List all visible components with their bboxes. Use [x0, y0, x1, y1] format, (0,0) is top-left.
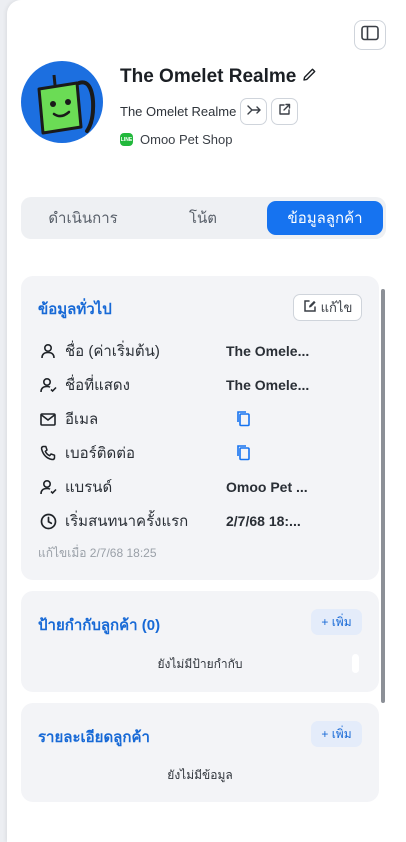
- edited-timestamp: แก้ไขเมื่อ 2/7/68 18:25: [38, 546, 157, 560]
- user-check-icon: [38, 375, 58, 395]
- tags-empty-text: ยังไม่มีป้ายกำกับ: [157, 657, 243, 671]
- clock-icon: [38, 511, 58, 531]
- field-email: อีเมล: [38, 409, 338, 429]
- field-label: เริ่มสนทนาครั้งแรก: [65, 513, 189, 530]
- field-display-name: ชื่อที่แสดง The Omele...: [38, 375, 338, 395]
- tags-scrollbar[interactable]: [352, 654, 359, 673]
- tab-notes[interactable]: โน้ต: [145, 201, 261, 235]
- shop-name: Omoo Pet Shop: [140, 132, 233, 147]
- field-first-chat: เริ่มสนทนาครั้งแรก 2/7/68 18:...: [38, 511, 338, 531]
- add-detail-button[interactable]: + เพิ่ม: [311, 721, 362, 747]
- merge-arrow-icon: [247, 103, 261, 121]
- details-empty-text: ยังไม่มีข้อมูล: [167, 768, 233, 782]
- tab-customer-info[interactable]: ข้อมูลลูกค้า: [267, 201, 383, 235]
- edit-square-icon: [303, 299, 317, 316]
- customer-tags-card: ป้ายกำกับลูกค้า (0) + เพิ่ม ยังไม่มีป้าย…: [21, 591, 379, 692]
- tab-actions[interactable]: ดำเนินการ: [25, 201, 141, 235]
- customer-name-title: The Omelet Realme: [120, 66, 297, 87]
- field-label: ชื่อ (ค่าเริ่มต้น): [65, 343, 160, 360]
- add-tag-button[interactable]: + เพิ่ม: [311, 609, 362, 635]
- avatar: [21, 61, 103, 143]
- tags-title: ป้ายกำกับลูกค้า (0): [38, 617, 161, 634]
- field-value: Omoo Pet ...: [226, 479, 308, 495]
- edit-name-pencil-icon[interactable]: [302, 67, 317, 87]
- line-icon: LINE: [120, 133, 133, 146]
- general-info-title: ข้อมูลทั่วไป: [38, 301, 112, 318]
- field-phone: เบอร์ติดต่อ: [38, 443, 338, 463]
- main-scrollbar[interactable]: [381, 289, 385, 703]
- general-info-card: ข้อมูลทั่วไป แก้ไข ชื่อ (ค่าเริ่มต้น) Th…: [21, 276, 379, 580]
- tab-bar: ดำเนินการ โน้ต ข้อมูลลูกค้า: [21, 197, 386, 239]
- field-value: The Omele...: [226, 377, 310, 393]
- field-label: ชื่อที่แสดง: [65, 377, 130, 394]
- open-external-button[interactable]: [271, 98, 299, 125]
- customer-details-card: รายละเอียดลูกค้า + เพิ่ม ยังไม่มีข้อมูล: [21, 703, 379, 802]
- copy-icon[interactable]: [236, 410, 251, 432]
- field-value: 2/7/68 18:...: [226, 513, 301, 529]
- field-label: อีเมล: [65, 411, 99, 428]
- phone-icon: [38, 443, 58, 463]
- copy-icon[interactable]: [236, 444, 251, 466]
- field-brand: แบรนด์ Omoo Pet ...: [38, 477, 338, 497]
- edit-general-info-button[interactable]: แก้ไข: [293, 294, 362, 321]
- mail-icon: [38, 409, 58, 429]
- customer-panel: The Omelet Realme The Omelet Realme LINE…: [7, 0, 406, 842]
- merge-button[interactable]: [240, 98, 268, 125]
- external-link-icon: [278, 103, 291, 121]
- edit-label: แก้ไข: [320, 300, 353, 315]
- field-label: เบอร์ติดต่อ: [65, 445, 135, 462]
- field-value: The Omele...: [226, 343, 310, 359]
- user-check-icon: [38, 477, 58, 497]
- toggle-sidebar-button[interactable]: [354, 20, 386, 50]
- customer-subtitle-name: The Omelet Realme: [120, 104, 237, 119]
- sidebar-panel-icon: [361, 25, 379, 46]
- details-title: รายละเอียดลูกค้า: [38, 729, 150, 746]
- field-label: แบรนด์: [65, 479, 113, 496]
- field-default-name: ชื่อ (ค่าเริ่มต้น) The Omele...: [38, 341, 338, 361]
- user-icon: [38, 341, 58, 361]
